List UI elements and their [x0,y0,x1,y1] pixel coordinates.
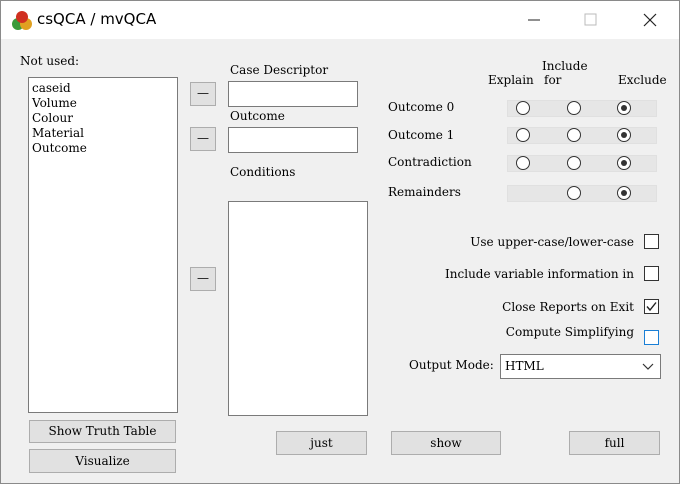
conditions-label: Conditions [230,165,296,179]
case-descriptor-label: Case Descriptor [230,63,329,77]
outcome0-explain-radio[interactable] [516,101,530,115]
move-case-descriptor-button[interactable]: — [190,82,216,106]
move-conditions-button[interactable]: — [190,267,216,291]
list-item[interactable]: Outcome [29,141,177,156]
qca-window: csQCA / mvQCA Not used: caseid Volume Co… [0,0,680,484]
checkmark-icon [646,302,657,312]
show-button[interactable]: show [391,431,501,455]
visualize-button[interactable]: Visualize [29,449,176,473]
not-used-label: Not used: [20,54,80,68]
list-item[interactable]: Material [29,126,177,141]
compute-simplifying-checkbox[interactable] [644,330,659,345]
outcome-label: Outcome [230,109,285,123]
not-used-list[interactable]: caseid Volume Colour Material Outcome [28,77,178,413]
remainders-exclude-radio[interactable] [617,186,631,200]
minimize-icon [528,19,540,21]
outcome1-explain-radio[interactable] [516,128,530,142]
close-icon [643,13,657,27]
close-button[interactable] [627,1,673,39]
col-include-label: Include [542,59,588,73]
contradiction-exclude-radio[interactable] [617,156,631,170]
conditions-list[interactable] [228,201,368,416]
show-truth-table-button[interactable]: Show Truth Table [29,420,176,443]
minimize-button[interactable] [511,1,557,39]
outcome0-exclude-radio[interactable] [617,101,631,115]
list-item[interactable]: Volume [29,96,177,111]
remainders-label: Remainders [388,185,461,199]
list-item[interactable]: Colour [29,111,177,126]
contradiction-explain-radio[interactable] [516,156,530,170]
compute-simplifying-label: Compute Simplifying [505,325,634,339]
output-mode-select[interactable]: HTML [500,354,661,379]
remainders-include-radio[interactable] [567,186,581,200]
just-button[interactable]: just [276,431,367,455]
full-button[interactable]: full [569,431,660,455]
col-exclude-label: Exclude [618,73,667,87]
include-var-info-label: Include variable information in [445,267,634,281]
app-icon [12,11,32,30]
outcome1-label: Outcome 1 [388,128,455,142]
close-reports-checkbox[interactable] [644,299,659,314]
contradiction-label: Contradiction [388,155,472,169]
maximize-icon [584,13,597,26]
outcome0-label: Outcome 0 [388,100,455,114]
output-mode-value: HTML [505,359,544,373]
move-outcome-button[interactable]: — [190,127,216,151]
title-bar: csQCA / mvQCA [1,1,679,39]
outcome-field[interactable] [228,127,358,153]
close-reports-label: Close Reports on Exit [502,300,634,314]
include-var-info-checkbox[interactable] [644,266,659,281]
col-explain-label: Explain [488,73,534,87]
outcome1-include-radio[interactable] [567,128,581,142]
list-item[interactable]: caseid [29,81,177,96]
col-include-label-2: for [544,73,562,87]
use-case-label: Use upper-case/lower-case [470,235,634,249]
chevron-down-icon [642,363,654,370]
output-mode-label: Output Mode: [409,358,494,372]
use-case-checkbox[interactable] [644,234,659,249]
outcome0-include-radio[interactable] [567,101,581,115]
outcome1-exclude-radio[interactable] [617,128,631,142]
contradiction-include-radio[interactable] [567,156,581,170]
remainders-radio-group [507,185,657,202]
window-title: csQCA / mvQCA [37,10,157,28]
maximize-button[interactable] [567,1,613,39]
case-descriptor-field[interactable] [228,81,358,107]
